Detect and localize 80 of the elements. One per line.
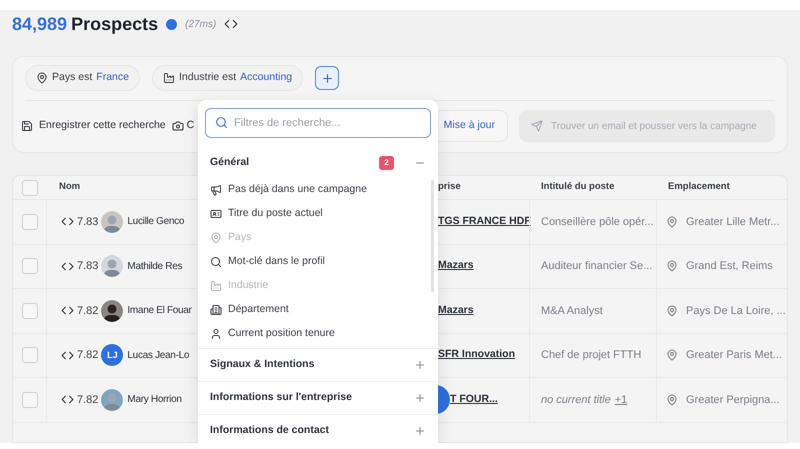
map-pin-icon: [36, 72, 48, 84]
page-title: Prospects: [71, 12, 158, 36]
map-pin-icon: [666, 260, 678, 272]
search-field[interactable]: Filtres de recherche...: [205, 108, 431, 138]
filter-option[interactable]: Département: [198, 298, 438, 322]
map-pin-icon: [666, 394, 678, 406]
location: Greater Lille Metr...: [686, 214, 780, 230]
checkbox[interactable]: [22, 392, 38, 408]
section-header[interactable]: Signaux & Intentions: [198, 349, 438, 381]
section-header[interactable]: Informations sur l'entreprise: [198, 382, 438, 414]
code-icon[interactable]: [61, 215, 74, 228]
filter-chip[interactable]: Industrie est Accounting: [152, 65, 304, 92]
section-header[interactable]: Général 2: [198, 148, 438, 178]
send-icon: [531, 120, 543, 132]
map-pin-icon: [666, 349, 678, 362]
camera-icon: [172, 120, 184, 132]
plus-icon: [320, 72, 334, 85]
code-icon[interactable]: [224, 17, 238, 31]
person-name[interactable]: Lucille Genco: [127, 214, 184, 230]
section-header[interactable]: Informations de contact: [198, 415, 438, 443]
company-link[interactable]: T FOUR...: [450, 392, 498, 408]
filter-chip[interactable]: Pays est France: [25, 65, 140, 92]
expand-icon: [414, 425, 426, 437]
column-header: prise: [437, 181, 461, 192]
checkbox[interactable]: [22, 347, 38, 364]
megaphone-icon: [210, 184, 222, 196]
save-icon: [21, 120, 33, 132]
score: 7.82: [77, 392, 98, 408]
filter-option[interactable]: Pas déjà dans une campagne: [198, 178, 438, 202]
person-name[interactable]: Mary Horrion: [127, 392, 182, 408]
filter-option[interactable]: Mot-clé dans le profil: [198, 250, 438, 274]
location: Greater Perpigna...: [686, 392, 780, 408]
map-pin-icon: [666, 216, 678, 228]
job-title: Chef de projet FTTH: [541, 348, 642, 363]
count-badge: 2: [379, 156, 394, 170]
query-time: (27ms): [185, 18, 216, 32]
checkbox[interactable]: [22, 258, 38, 274]
expand-icon: [414, 359, 426, 371]
id-card-icon: [210, 208, 222, 220]
location: Grand Est, Reims: [686, 259, 773, 274]
map-pin-icon: [210, 232, 222, 244]
search-icon: [210, 256, 222, 268]
column-header: Intitulé du poste: [541, 181, 614, 192]
building-icon: [210, 304, 222, 316]
score: 7.82: [77, 304, 98, 318]
person-name[interactable]: Lucas Jean-Lo: [127, 348, 190, 363]
job-title: Conseillère pôle opér...: [541, 214, 654, 230]
filter-option[interactable]: Titre du poste actuel: [198, 202, 438, 226]
search-icon: [215, 116, 228, 129]
person-name[interactable]: Imane El Fouar: [127, 303, 192, 318]
job-title: no current title: [541, 392, 611, 408]
code-icon[interactable]: [61, 260, 74, 273]
checkbox[interactable]: [22, 214, 38, 230]
more-link[interactable]: +1: [614, 392, 628, 408]
action-link[interactable]: C: [186, 118, 194, 134]
job-title: M&A Analyst: [541, 304, 603, 318]
code-icon[interactable]: [61, 304, 74, 318]
save-search-link[interactable]: Enregistrer cette recherche: [39, 118, 166, 134]
add-filter-button[interactable]: [315, 66, 340, 90]
map-pin-icon: [666, 304, 678, 317]
location: Greater Paris Met...: [686, 348, 782, 363]
score: 7.83: [77, 214, 98, 230]
job-title: Auditeur financier Se...: [541, 259, 652, 274]
prospect-count: 84,989: [12, 12, 68, 36]
factory-icon: [162, 72, 175, 84]
score: 7.82: [77, 348, 98, 363]
code-icon[interactable]: [61, 393, 74, 406]
person-name[interactable]: Mathilde Res: [127, 258, 182, 274]
column-header: Nom: [59, 181, 80, 192]
checkbox[interactable]: [22, 180, 38, 196]
factory-icon: [210, 280, 222, 292]
location: Pays De La Loire, ...: [686, 304, 786, 318]
expand-icon: [414, 392, 426, 404]
avatar: LJ: [101, 344, 124, 366]
column-header: Emplacement: [668, 181, 730, 192]
code-icon[interactable]: [61, 348, 74, 362]
score: 7.83: [77, 259, 98, 274]
filter-option[interactable]: Current position tenure: [198, 322, 438, 346]
user-icon: [210, 328, 222, 340]
checkbox[interactable]: [22, 302, 38, 319]
